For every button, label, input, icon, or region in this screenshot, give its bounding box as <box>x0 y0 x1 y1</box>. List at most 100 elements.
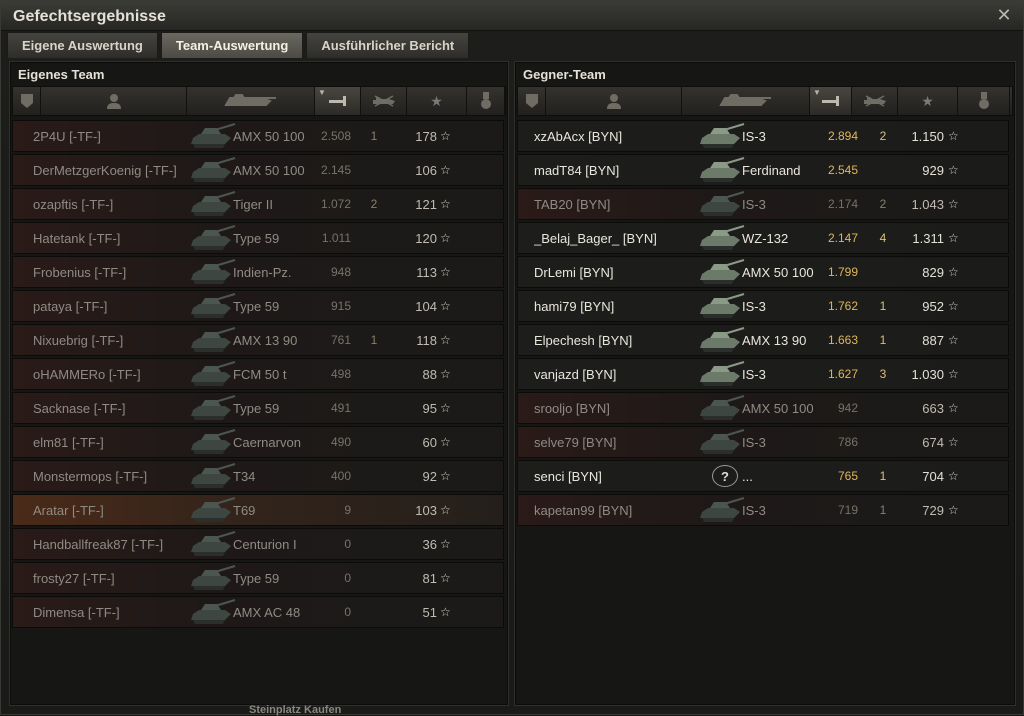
own-team-player-row[interactable]: pataya [-TF-] Type 59 915 104 ☆ <box>12 290 504 322</box>
xp-value: 121 <box>415 196 437 212</box>
tank-icon <box>185 530 237 560</box>
enemy-team-player-row[interactable]: selve79 [BYN] IS-3 786 674 ☆ <box>517 426 1009 458</box>
player-column-icon[interactable] <box>546 87 682 115</box>
enemy-team-panel: Gegner-Team ▼ ★ xzAbAcx [BYN] IS-3 2.894… <box>514 61 1016 706</box>
player-name: Aratar [-TF-] <box>33 502 104 518</box>
own-team-panel: Eigenes Team ▼ ★ 2P4U [-TF-] AMX 50 100 … <box>9 61 509 706</box>
xp-value: 36 <box>422 536 437 552</box>
own-team-player-row[interactable]: elm81 [-TF-] Caernarvon 490 60 ☆ <box>12 426 504 458</box>
damage-value: 400 <box>330 469 351 483</box>
player-name: DrLemi [BYN] <box>534 264 614 280</box>
xp-value: 929 <box>922 162 944 178</box>
platoon-column-icon[interactable] <box>13 87 41 115</box>
damage-value: 2.145 <box>320 163 351 177</box>
player-name: ozapftis [-TF-] <box>33 196 114 212</box>
enemy-team-player-row[interactable]: madT84 [BYN] Ferdinand 2.545 929 ☆ <box>517 154 1009 186</box>
xp-column-star-icon[interactable]: ★ <box>407 87 467 115</box>
player-name: selve79 [BYN] <box>534 434 617 450</box>
enemy-team-player-row[interactable]: _Belaj_Bager_ [BYN] WZ-132 2.147 4 1.311 ☆ <box>517 222 1009 254</box>
enemy-team-player-row[interactable]: srooljo [BYN] AMX 50 100 942 663 ☆ <box>517 392 1009 424</box>
enemy-team-player-row[interactable]: Elpechesh [BYN] AMX 13 90 1.663 1 887 ☆ <box>517 324 1009 356</box>
tank-icon <box>185 598 237 628</box>
damage-column-icon[interactable]: ▼ <box>810 87 852 115</box>
damage-value: 1.072 <box>320 197 351 211</box>
own-team-player-row[interactable]: Dimensa [-TF-] AMX AC 48 0 51 ☆ <box>12 596 504 628</box>
own-team-player-row[interactable]: Handballfreak87 [-TF-] Centurion I 0 36 ☆ <box>12 528 504 560</box>
damage-value: 1.799 <box>827 265 858 279</box>
tank-icon <box>694 428 746 458</box>
own-team-player-row[interactable]: ozapftis [-TF-] Tiger II 1.072 2 121 ☆ <box>12 188 504 220</box>
damage-value: 490 <box>330 435 351 449</box>
player-name: elm81 [-TF-] <box>33 434 104 450</box>
own-team-player-row[interactable]: DerMetzgerKoenig [-TF-] AMX 50 100 2.145 10… <box>12 154 504 186</box>
sort-descending-icon: ▼ <box>813 88 821 97</box>
tank-column-icon[interactable] <box>682 87 810 115</box>
enemy-team-player-row[interactable]: hami79 [BYN] IS-3 1.762 1 952 ☆ <box>517 290 1009 322</box>
enemy-team-rows: xzAbAcx [BYN] IS-3 2.894 2 1.150 ☆ madT84 [BYN… <box>517 120 1009 528</box>
star-icon: ☆ <box>440 401 451 415</box>
tab-own-report[interactable]: Eigene Auswertung <box>7 32 158 58</box>
kills-value: 3 <box>879 367 887 381</box>
tab-detailed-report[interactable]: Ausführlicher Bericht <box>306 32 470 58</box>
close-icon[interactable]: ✕ <box>995 6 1013 24</box>
tank-column-icon[interactable] <box>187 87 315 115</box>
enemy-team-player-row[interactable]: DrLemi [BYN] AMX 50 100 1.799 829 ☆ <box>517 256 1009 288</box>
player-name: Dimensa [-TF-] <box>33 604 120 620</box>
xp-column-star-icon[interactable]: ★ <box>898 87 958 115</box>
player-name: _Belaj_Bager_ [BYN] <box>534 230 657 246</box>
xp-value: 674 <box>922 434 944 450</box>
tank-icon <box>185 292 237 322</box>
xp-value: 829 <box>922 264 944 280</box>
enemy-team-player-row[interactable]: xzAbAcx [BYN] IS-3 2.894 2 1.150 ☆ <box>517 120 1009 152</box>
player-name: Hatetank [-TF-] <box>33 230 121 246</box>
xp-value: 104 <box>415 298 437 314</box>
tank-icon <box>694 190 746 220</box>
tab-bar: Eigene Auswertung Team-Auswertung Ausfüh… <box>7 32 470 58</box>
enemy-team-player-row[interactable]: vanjazd [BYN] IS-3 1.627 3 1.030 ☆ <box>517 358 1009 390</box>
player-name: Elpechesh [BYN] <box>534 332 633 348</box>
kills-column-icon[interactable] <box>361 87 407 115</box>
own-team-player-row[interactable]: Monstermops [-TF-] T34 400 92 ☆ <box>12 460 504 492</box>
tank-icon <box>185 462 237 492</box>
star-icon: ☆ <box>440 367 451 381</box>
xp-value: 1.030 <box>911 366 944 382</box>
kills-value: 1 <box>879 503 887 517</box>
damage-value: 0 <box>344 571 351 585</box>
own-team-player-row[interactable]: Frobenius [-TF-] Indien-Pz. 948 113 ☆ <box>12 256 504 288</box>
medal-column-icon[interactable] <box>958 87 1010 115</box>
own-team-player-row[interactable]: Nixuebrig [-TF-] AMX 13 90 761 1 118 ☆ <box>12 324 504 356</box>
battle-results-window: Gefechtsergebnisse ✕ Eigene Auswertung T… <box>0 0 1024 716</box>
player-column-icon[interactable] <box>41 87 187 115</box>
tank-icon <box>185 122 237 152</box>
own-team-player-row[interactable]: Sacknase [-TF-] Type 59 491 95 ☆ <box>12 392 504 424</box>
own-team-player-row[interactable]: Hatetank [-TF-] Type 59 1.011 120 ☆ <box>12 222 504 254</box>
own-team-title: Eigenes Team <box>18 67 105 82</box>
medal-column-icon[interactable] <box>467 87 505 115</box>
kills-value: 1 <box>879 299 887 313</box>
enemy-team-player-row[interactable]: TAB20 [BYN] IS-3 2.174 2 1.043 ☆ <box>517 188 1009 220</box>
player-name: TAB20 [BYN] <box>534 196 611 212</box>
own-team-header: ▼ ★ <box>12 86 506 116</box>
xp-value: 88 <box>422 366 437 382</box>
kills-column-icon[interactable] <box>852 87 898 115</box>
tab-team-report[interactable]: Team-Auswertung <box>160 32 304 58</box>
damage-column-icon[interactable]: ▼ <box>315 87 361 115</box>
own-team-player-row[interactable]: frosty27 [-TF-] Type 59 0 81 ☆ <box>12 562 504 594</box>
player-name: Monstermops [-TF-] <box>33 468 148 484</box>
platoon-column-icon[interactable] <box>518 87 546 115</box>
xp-value: 178 <box>415 128 437 144</box>
tank-icon <box>185 496 237 526</box>
player-name: vanjazd [BYN] <box>534 366 617 382</box>
star-icon: ☆ <box>440 231 451 245</box>
tank-icon <box>694 156 746 186</box>
xp-value: 92 <box>422 468 437 484</box>
enemy-team-player-row[interactable]: kapetan99 [BYN] IS-3 719 1 729 ☆ <box>517 494 1009 526</box>
star-icon: ☆ <box>440 605 451 619</box>
own-team-player-row[interactable]: oHAMMERo [-TF-] FCM 50 t 498 88 ☆ <box>12 358 504 390</box>
enemy-team-player-row[interactable]: senci [BYN]?... 765 1 704 ☆ <box>517 460 1009 492</box>
star-icon: ☆ <box>948 435 959 449</box>
player-name: srooljo [BYN] <box>534 400 610 416</box>
player-name: DerMetzgerKoenig [-TF-] <box>33 162 177 178</box>
own-team-player-row[interactable]: 2P4U [-TF-] AMX 50 100 2.508 1 178 ☆ <box>12 120 504 152</box>
own-team-player-row[interactable]: Aratar [-TF-] T69 9 103 ☆ <box>12 494 504 526</box>
